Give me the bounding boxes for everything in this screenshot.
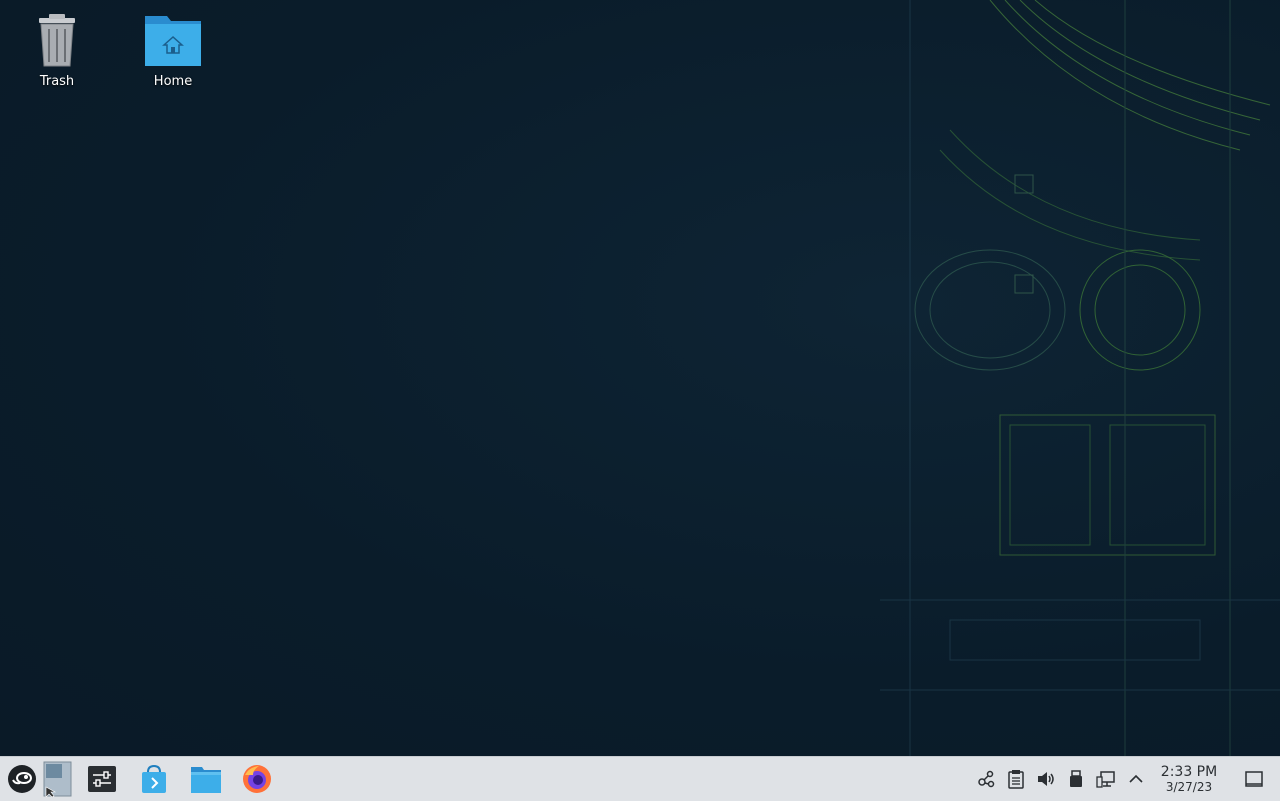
volume-icon[interactable] — [1036, 769, 1056, 789]
desktop-icon-label: Trash — [39, 74, 75, 89]
network-icon[interactable] — [1096, 769, 1116, 789]
discover-software-center-launcher[interactable] — [138, 763, 170, 795]
file-manager-icon — [191, 767, 221, 793]
application-launcher-icon — [8, 765, 36, 793]
clipboard-icon[interactable] — [1006, 769, 1026, 789]
firefox-launcher[interactable] — [241, 763, 273, 795]
taskbar-panel: 2:33 PM 3/27/23 — [0, 756, 1280, 801]
network-share-icon[interactable] — [976, 769, 996, 789]
desktop-icon-label: Home — [153, 74, 193, 89]
show-hidden-icons-chevron-icon[interactable] — [1126, 769, 1146, 789]
wallpaper-blueprint — [880, 0, 1280, 756]
firefox-icon — [243, 765, 271, 793]
show-desktop-icon[interactable] — [1244, 769, 1264, 789]
clock-time: 2:33 PM — [1160, 764, 1218, 780]
desktop-icon-home[interactable]: Home — [128, 12, 218, 89]
home-folder-icon — [143, 12, 203, 68]
digital-clock[interactable]: 2:33 PM 3/27/23 — [1150, 764, 1228, 794]
pager-desktop-switcher[interactable] — [43, 761, 73, 798]
trash-icon — [27, 12, 87, 68]
usb-device-icon[interactable] — [1066, 769, 1086, 789]
desktop[interactable]: Trash Home — [0, 0, 1280, 756]
file-manager-launcher[interactable] — [190, 763, 222, 795]
pager-icon — [43, 761, 72, 798]
discover-store-icon — [142, 764, 166, 793]
desktop-icon-trash[interactable]: Trash — [12, 12, 102, 89]
system-settings-icon — [88, 766, 116, 792]
system-settings-launcher[interactable] — [86, 763, 118, 795]
clock-date: 3/27/23 — [1165, 780, 1213, 794]
application-launcher-button[interactable] — [5, 763, 39, 795]
